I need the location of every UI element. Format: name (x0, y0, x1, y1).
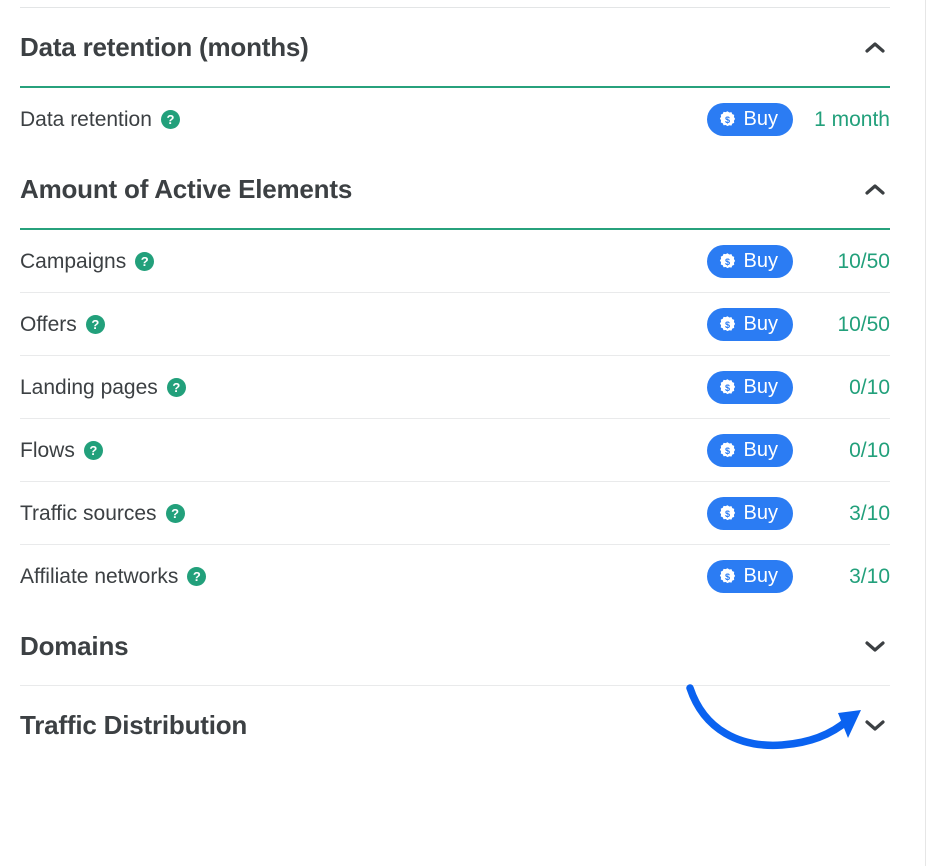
row-value: 3/10 (849, 501, 890, 525)
buy-button-label: Buy (743, 502, 778, 524)
settings-limits-panel: Data retention (months) Data retention ? (0, 0, 934, 866)
row-actions: $ Buy 0/10 (706, 433, 890, 467)
buy-button-label: Buy (743, 565, 778, 587)
help-circle-icon[interactable]: ? (187, 566, 207, 586)
buy-button-label: Buy (743, 250, 778, 272)
section-domains: Domains (20, 607, 890, 686)
table-row: Landing pages ? $ Buy 0/10 (20, 356, 890, 418)
row-actions: $ Buy 3/10 (706, 496, 890, 530)
table-row: Flows ? $ Buy 0/10 (20, 419, 890, 481)
row-label-text: Landing pages (20, 375, 158, 399)
svg-text:$: $ (725, 256, 730, 266)
coin-dollar-icon: $ (719, 504, 735, 520)
svg-text:$: $ (725, 319, 730, 329)
chevron-down-icon[interactable] (860, 631, 890, 661)
buy-button[interactable]: $ Buy (706, 102, 793, 136)
buy-button-label: Buy (743, 376, 778, 398)
row-label: Affiliate networks ? (20, 564, 207, 588)
buy-button-label: Buy (743, 108, 778, 130)
buy-button[interactable]: $ Buy (706, 496, 793, 530)
coin-dollar-icon: $ (719, 567, 735, 583)
row-actions: $ Buy 3/10 (706, 559, 890, 593)
row-label-text: Data retention (20, 107, 152, 131)
row-label-text: Traffic sources (20, 501, 157, 525)
row-actions: $ Buy 0/10 (706, 370, 890, 404)
table-row: Affiliate networks ? $ Buy 3/10 (20, 545, 890, 607)
svg-text:$: $ (725, 445, 730, 455)
section-traffic-distribution: Traffic Distribution (20, 686, 890, 764)
chevron-up-icon[interactable] (860, 32, 890, 62)
section-header-data-retention[interactable]: Data retention (months) (20, 8, 890, 86)
row-actions: $ Buy 10/50 (706, 244, 890, 278)
chevron-up-icon[interactable] (860, 174, 890, 204)
section-title: Amount of Active Elements (20, 174, 353, 204)
section-header-active-elements[interactable]: Amount of Active Elements (20, 150, 890, 228)
row-label-text: Campaigns (20, 249, 127, 273)
row-label-text: Affiliate networks (20, 564, 179, 588)
row-label: Flows ? (20, 440, 103, 461)
section-title: Data retention (months) (20, 32, 309, 62)
svg-text:$: $ (725, 508, 730, 518)
table-row: Campaigns ? $ Buy 10/50 (20, 230, 890, 292)
help-circle-icon[interactable]: ? (135, 251, 155, 271)
svg-text:$: $ (725, 571, 730, 581)
help-circle-icon[interactable]: ? (165, 503, 185, 523)
coin-dollar-icon: $ (719, 110, 735, 126)
row-label: Traffic sources ? (20, 503, 185, 524)
section-active-elements: Amount of Active Elements Campaigns ? $ … (20, 150, 890, 607)
buy-button[interactable]: $ Buy (706, 559, 793, 593)
buy-button-label: Buy (743, 313, 778, 335)
row-label: Campaigns ? (20, 249, 155, 273)
row-value: 0/10 (849, 438, 890, 462)
buy-button[interactable]: $ Buy (706, 244, 793, 278)
row-value: 1 month (814, 107, 890, 131)
table-row: Data retention ? $ Buy 1 month (20, 88, 890, 150)
row-value: 10/50 (837, 312, 890, 336)
section-header-domains[interactable]: Domains (20, 607, 890, 685)
row-value: 10/50 (837, 249, 890, 273)
row-label-text: Offers (20, 312, 77, 336)
section-header-traffic-distribution[interactable]: Traffic Distribution (20, 686, 890, 764)
sections-container: Data retention (months) Data retention ? (0, 0, 910, 764)
help-circle-icon[interactable]: ? (166, 377, 186, 397)
section-title: Traffic Distribution (20, 710, 248, 740)
row-label-text: Flows (20, 438, 75, 462)
panel-right-border (925, 0, 926, 866)
help-circle-icon[interactable]: ? (83, 440, 103, 460)
row-value: 3/10 (849, 564, 890, 588)
coin-dollar-icon: $ (719, 315, 735, 331)
buy-button[interactable]: $ Buy (706, 370, 793, 404)
svg-text:$: $ (725, 382, 730, 392)
buy-button-label: Buy (743, 439, 778, 461)
table-row: Traffic sources ? $ Buy 3/10 (20, 482, 890, 544)
row-actions: $ Buy 1 month (706, 102, 890, 136)
row-label: Data retention ? (20, 109, 180, 130)
section-title: Domains (20, 631, 129, 661)
buy-button[interactable]: $ Buy (706, 433, 793, 467)
table-row: Offers ? $ Buy 10/50 (20, 293, 890, 355)
coin-dollar-icon: $ (719, 252, 735, 268)
coin-dollar-icon: $ (719, 378, 735, 394)
help-circle-icon[interactable]: ? (160, 109, 180, 129)
help-circle-icon[interactable]: ? (85, 314, 105, 334)
svg-text:$: $ (725, 114, 730, 124)
row-value: 0/10 (849, 375, 890, 399)
section-data-retention: Data retention (months) Data retention ? (20, 8, 890, 150)
chevron-down-icon[interactable] (860, 710, 890, 740)
buy-button[interactable]: $ Buy (706, 307, 793, 341)
row-label: Offers ? (20, 314, 105, 335)
coin-dollar-icon: $ (719, 441, 735, 457)
row-label: Landing pages ? (20, 377, 186, 398)
row-actions: $ Buy 10/50 (706, 307, 890, 341)
